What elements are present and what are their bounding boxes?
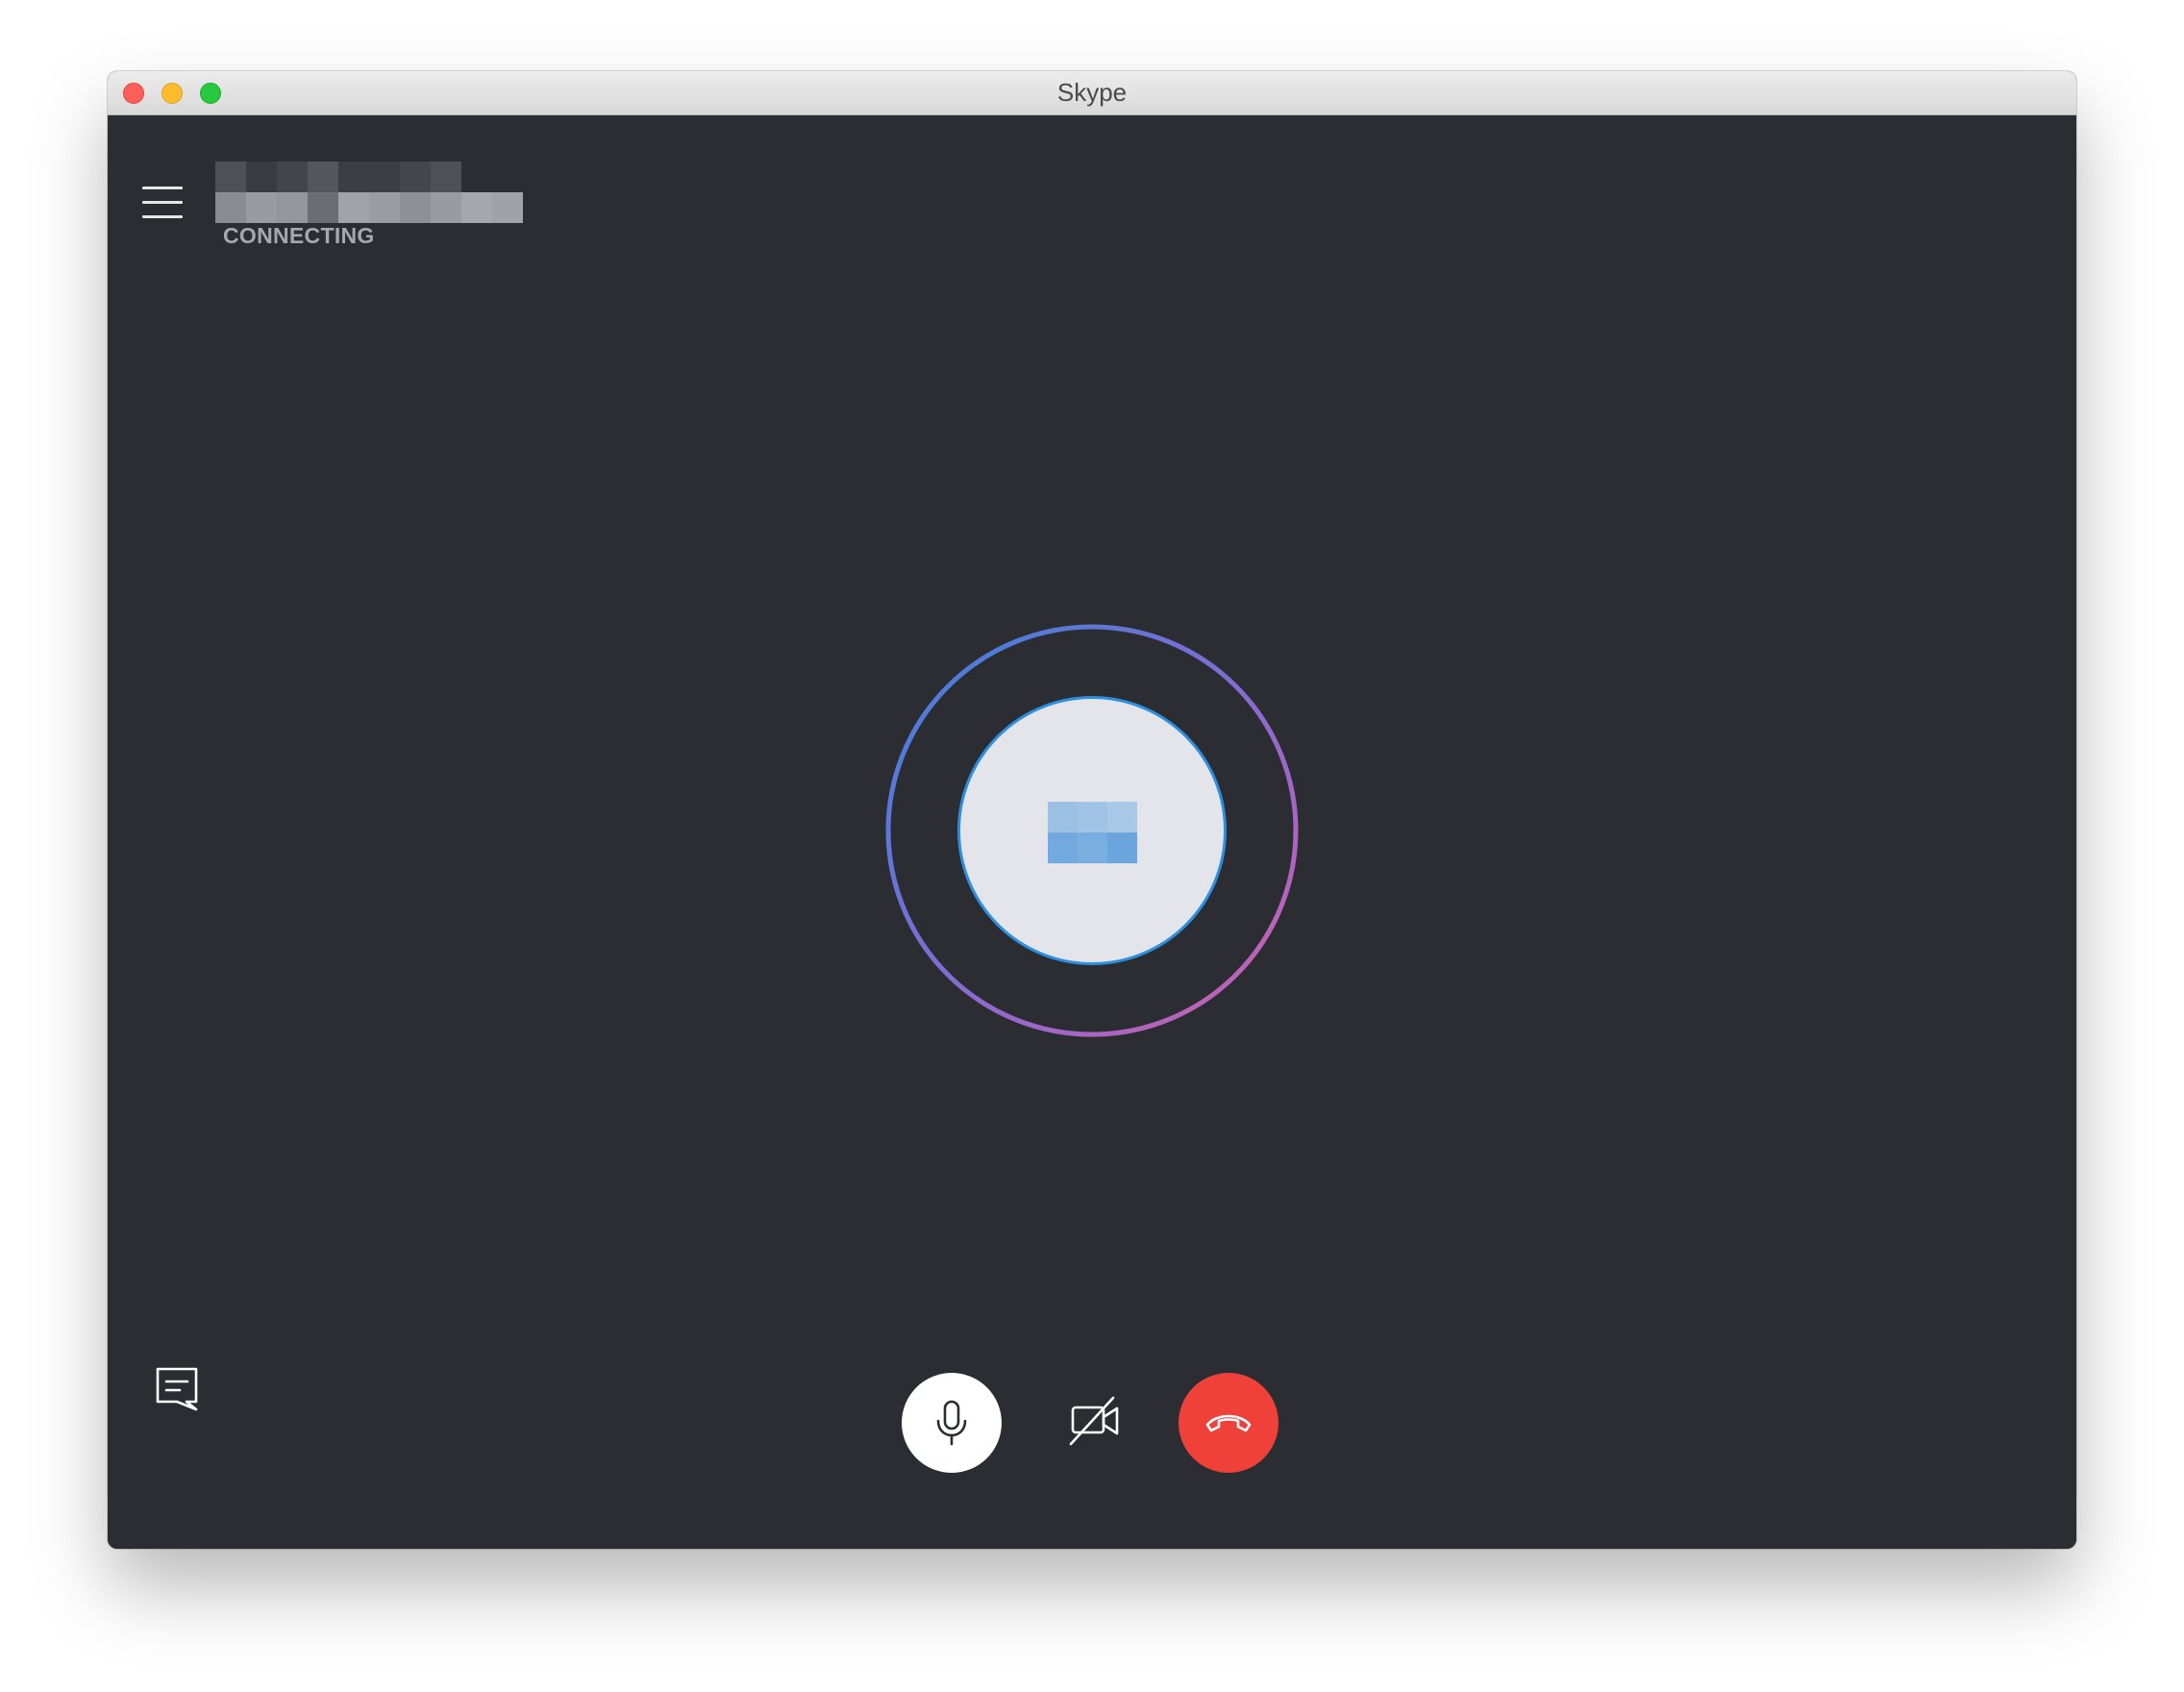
video-toggle-button[interactable] [1069,1394,1123,1448]
hamburger-menu-icon[interactable] [142,185,183,219]
call-screen: CONNECTING [108,115,2076,1549]
window-title: Skype [1056,78,1128,107]
video-off-icon [1069,1396,1119,1446]
avatar-initials-redacted [1048,802,1138,863]
end-call-button[interactable] [1179,1373,1278,1473]
microphone-button[interactable] [902,1373,1002,1473]
call-status-text: CONNECTING [223,223,375,248]
chat-bubble-icon[interactable] [154,1365,200,1411]
contact-name-redacted [215,162,523,223]
skype-window: Skype CONNECTING [108,71,2076,1549]
title-bar[interactable]: Skype [108,71,2076,115]
hang-up-icon [1205,1414,1252,1432]
microphone-icon [936,1400,967,1446]
